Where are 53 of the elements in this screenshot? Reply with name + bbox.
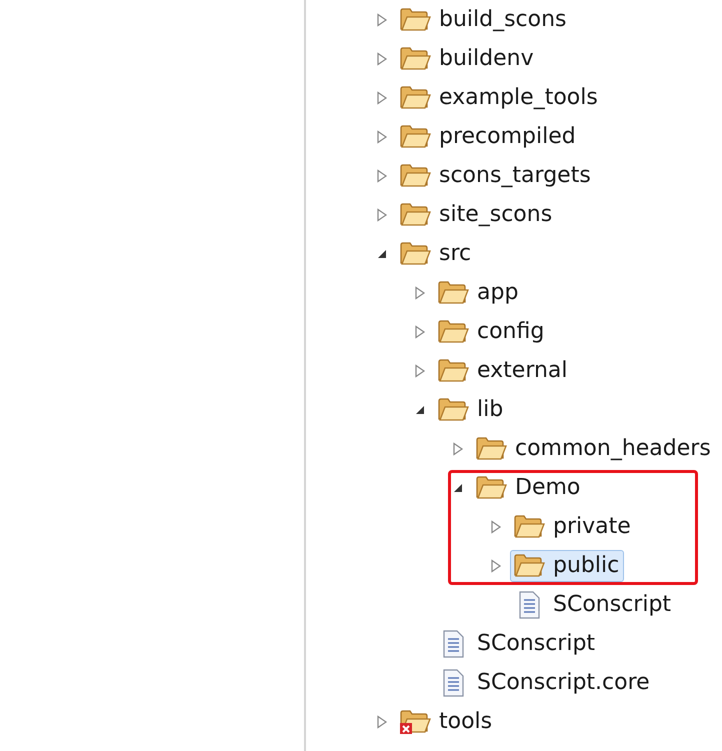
tree-item[interactable]: public bbox=[510, 550, 624, 582]
tree-item[interactable]: tools bbox=[396, 706, 498, 738]
expand-arrow-icon[interactable] bbox=[452, 442, 464, 456]
collapse-arrow-icon[interactable] bbox=[414, 404, 426, 416]
expand-arrow-icon[interactable] bbox=[376, 208, 388, 222]
tree-item[interactable]: lib bbox=[434, 394, 508, 426]
folder-icon bbox=[437, 358, 469, 384]
expand-arrow-icon[interactable] bbox=[376, 130, 388, 144]
folder-icon bbox=[399, 46, 431, 72]
tree-item[interactable]: scons_targets bbox=[396, 160, 596, 192]
folder-icon bbox=[399, 84, 431, 110]
expand-arrow-icon[interactable] bbox=[376, 90, 388, 104]
collapse-arrow-icon[interactable] bbox=[376, 248, 388, 260]
tree-item[interactable]: private bbox=[510, 510, 636, 542]
folder-icon bbox=[399, 162, 431, 188]
tree-item[interactable]: SConscript.core bbox=[434, 666, 655, 700]
tree-item[interactable]: src bbox=[396, 238, 476, 270]
tree-item[interactable]: config bbox=[434, 316, 550, 348]
tree-item[interactable]: example_tools bbox=[396, 82, 603, 114]
expand-arrow-icon[interactable] bbox=[414, 286, 426, 300]
tree-item[interactable]: precompiled bbox=[396, 120, 581, 152]
expand-arrow-icon[interactable] bbox=[376, 12, 388, 26]
expand-arrow-icon[interactable] bbox=[376, 52, 388, 66]
tree-item[interactable]: SConscript bbox=[434, 626, 600, 660]
expand-arrow-icon[interactable] bbox=[414, 324, 426, 338]
expand-arrow-icon[interactable] bbox=[376, 168, 388, 182]
collapse-arrow-icon[interactable] bbox=[452, 482, 464, 494]
folder-icon bbox=[437, 318, 469, 344]
folder-icon bbox=[399, 124, 431, 150]
tree-item[interactable]: SConscript bbox=[510, 588, 676, 622]
folder-icon bbox=[475, 474, 507, 500]
expand-arrow-icon[interactable] bbox=[414, 364, 426, 378]
file-icon bbox=[441, 630, 465, 658]
folder-icon bbox=[437, 396, 469, 422]
folder-icon bbox=[475, 436, 507, 462]
expand-arrow-icon[interactable] bbox=[376, 714, 388, 728]
expand-arrow-icon[interactable] bbox=[490, 520, 502, 534]
tree-item[interactable]: app bbox=[434, 276, 524, 308]
folder-icon bbox=[399, 202, 431, 228]
tree-item[interactable]: common_headers bbox=[472, 432, 716, 464]
file-icon bbox=[441, 668, 465, 696]
tree-item[interactable]: build_scons bbox=[396, 4, 572, 36]
folder-icon bbox=[513, 552, 545, 578]
folder-icon bbox=[399, 240, 431, 266]
tree-item[interactable]: buildenv bbox=[396, 42, 539, 74]
expand-arrow-icon[interactable] bbox=[490, 558, 502, 572]
file-icon bbox=[517, 590, 541, 618]
tree-item[interactable]: Demo bbox=[472, 472, 586, 504]
folder-icon bbox=[399, 6, 431, 32]
folder-icon bbox=[437, 280, 469, 306]
folder-icon bbox=[513, 514, 545, 540]
tree-item[interactable]: external bbox=[434, 354, 573, 386]
tree-item[interactable]: site_scons bbox=[396, 198, 558, 230]
